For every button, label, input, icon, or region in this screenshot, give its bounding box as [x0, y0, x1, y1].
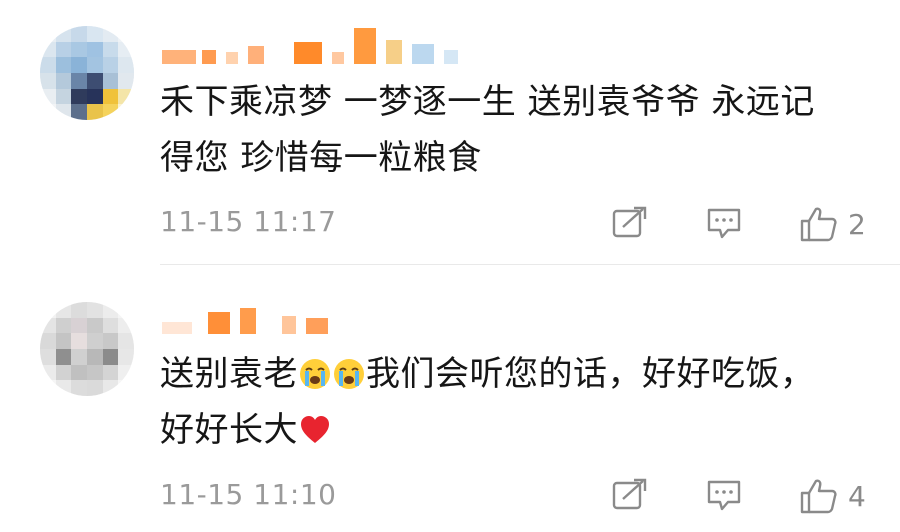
like-button[interactable]: 4: [800, 478, 866, 514]
share-button[interactable]: [612, 206, 648, 238]
comment-text-segment: 好好长大: [160, 410, 298, 450]
share-button[interactable]: [612, 478, 648, 510]
divider: [160, 264, 900, 265]
crying-face-emoji-icon: [300, 359, 330, 389]
reply-button[interactable]: [706, 206, 742, 240]
avatar[interactable]: [40, 302, 134, 396]
like-count: 2: [848, 207, 866, 241]
nickname-mosaic[interactable]: [162, 302, 328, 334]
comment-item: 送别袁老 我们会听您的话，好好吃饭， 好好长大 11-15 11:10 4: [0, 266, 900, 532]
comment-text-segment: 我们会听您的话，好好吃饭，: [366, 354, 815, 394]
comment-item: 禾下乘凉梦 一梦逐一生 送别袁爷爷 永远记 得您 珍惜每一粒粮食 11-15 1…: [0, 0, 900, 265]
avatar[interactable]: [40, 26, 134, 120]
comment-icon: [707, 480, 741, 511]
like-count: 4: [848, 479, 866, 513]
share-icon: [612, 206, 647, 238]
thumbs-up-icon: [800, 479, 837, 514]
comment-timestamp: 11-15 11:17: [160, 205, 337, 238]
comment-text: 送别袁老 我们会听您的话，好好吃饭， 好好长大: [160, 346, 880, 458]
like-button[interactable]: 2: [800, 206, 866, 242]
share-icon: [612, 478, 647, 510]
thumbs-up-icon: [800, 207, 837, 242]
reply-button[interactable]: [706, 478, 742, 512]
comment-text: 禾下乘凉梦 一梦逐一生 送别袁爷爷 永远记 得您 珍惜每一粒粮食: [160, 74, 880, 186]
red-heart-emoji-icon: [301, 416, 329, 443]
comment-text-line: 得您 珍惜每一粒粮食: [160, 138, 482, 178]
comment-timestamp: 11-15 11:10: [160, 478, 337, 511]
comment-icon: [707, 208, 741, 239]
comment-text-line: 禾下乘凉梦 一梦逐一生 送别袁爷爷 永远记: [160, 82, 815, 122]
nickname-mosaic[interactable]: [162, 26, 458, 64]
comment-text-segment: 送别袁老: [160, 354, 298, 394]
crying-face-emoji-icon: [334, 359, 364, 389]
